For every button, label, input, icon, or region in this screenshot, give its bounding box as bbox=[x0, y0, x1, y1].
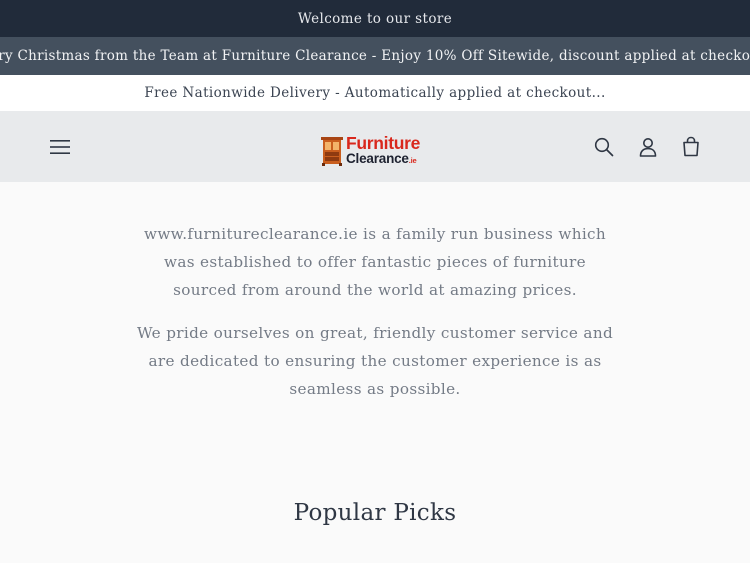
welcome-announcement-bar: Welcome to our store bbox=[0, 0, 750, 37]
about-paragraph-1: www.furnitureclearance.ie is a family ru… bbox=[143, 225, 607, 299]
about-paragraph-2: We pride ourselves on great, friendly cu… bbox=[136, 324, 614, 398]
christmas-text: Merry Christmas from the Team at Furnitu… bbox=[0, 48, 750, 64]
welcome-text: Welcome to our store bbox=[297, 10, 453, 27]
cart-button[interactable] bbox=[677, 133, 705, 161]
cart-icon bbox=[683, 136, 699, 157]
store-logo[interactable]: Furniture Clearance.ie bbox=[320, 130, 432, 166]
search-icon bbox=[594, 137, 614, 157]
site-header: Furniture Clearance.ie bbox=[0, 111, 750, 182]
svg-text:Furniture: Furniture bbox=[346, 133, 421, 153]
hamburger-icon bbox=[50, 140, 70, 154]
account-button[interactable] bbox=[634, 133, 662, 161]
menu-button[interactable] bbox=[46, 133, 74, 161]
about-section: www.furnitureclearance.ie is a family ru… bbox=[130, 182, 620, 403]
user-icon bbox=[639, 138, 657, 157]
main-content: www.furnitureclearance.ie is a family ru… bbox=[0, 182, 750, 526]
delivery-text: Free Nationwide Delivery - Automatically… bbox=[144, 85, 606, 101]
svg-text:Clearance.ie: Clearance.ie bbox=[346, 151, 417, 166]
delivery-announcement-bar: Free Nationwide Delivery - Automatically… bbox=[0, 75, 750, 111]
furniture-clearance-logo: Furniture Clearance.ie bbox=[321, 133, 421, 166]
christmas-announcement-bar: Merry Christmas from the Team at Furnitu… bbox=[0, 37, 750, 75]
popular-picks-title: Popular Picks bbox=[293, 500, 457, 526]
search-button[interactable] bbox=[590, 133, 618, 161]
